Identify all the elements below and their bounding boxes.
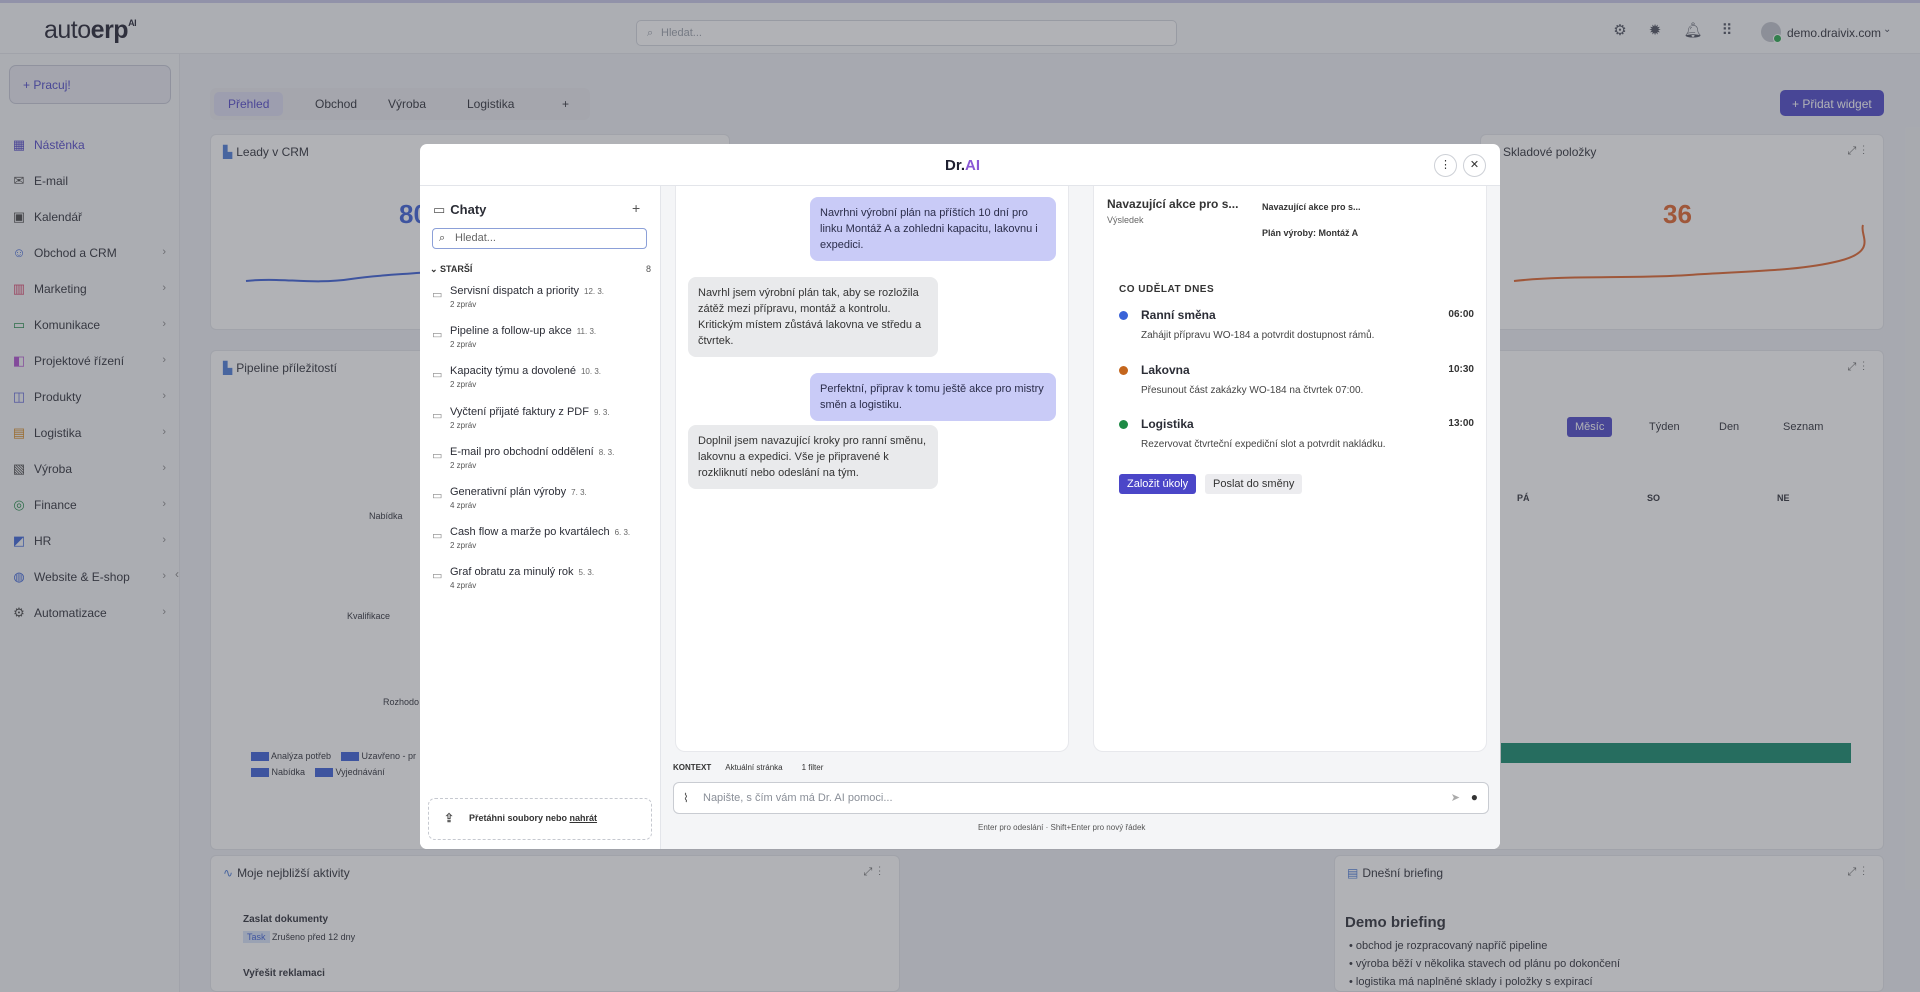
chats-title: ▭ Chaty	[433, 202, 487, 217]
chat-icon: ▭	[432, 289, 443, 301]
chat-list-item[interactable]: ▭ Servisní dispatch a priority 12. 3. 2 zpr…	[432, 284, 652, 324]
file-upload-dropzone[interactable]: ⇪ Přetáhni soubory nebo nahrát	[428, 798, 652, 840]
chat-icon: ▭	[433, 202, 446, 217]
chat-icon: ▭	[432, 490, 443, 502]
chat-message-count: 4 zpráv	[450, 501, 477, 510]
chat-icon: ▭	[432, 530, 443, 543]
chat-message-count: 2 zpráv	[450, 541, 477, 551]
close-icon[interactable]: ✕	[1463, 154, 1486, 177]
result-subtitle: Výsledek	[1107, 215, 1144, 225]
chat-message-count: 2 zpráv	[450, 380, 477, 390]
task-description: Rezervovat čtvrteční expediční slot a po…	[1141, 439, 1386, 450]
chat-list-item[interactable]: ▭ E-mail pro obchodní oddělení 8. 3. 2 zprá…	[432, 445, 652, 485]
result-title: Navazující akce pro s...	[1107, 197, 1239, 211]
chat-list-item[interactable]: ▭ Generativní plán výroby 7. 3. 4 zpráv	[432, 485, 652, 525]
chat-message-count: 4 zpráv	[450, 581, 477, 591]
chat-list-item[interactable]: ▭ Pipeline a follow-up akce 11. 3. 2 zpráv	[432, 324, 652, 364]
chat-list-item[interactable]: ▭ Graf obratu za minulý rok 5. 3. 4 zpráv	[432, 565, 652, 605]
task-time: 06:00	[1448, 309, 1474, 320]
task-name: Logistika	[1141, 417, 1194, 431]
task-name: Lakovna	[1141, 362, 1190, 377]
microphone-icon[interactable]: ●	[1471, 790, 1478, 804]
task-description: Přesunout část zakázky WO-184 na čtvrtek…	[1141, 384, 1364, 396]
upload-link[interactable]: nahrát	[570, 813, 598, 823]
chat-list-item[interactable]: ▭ Cash flow a marže po kvartálech 6. 3. 2 z…	[432, 525, 652, 565]
chat-group-header[interactable]: ⌄ STARŠÍ 8	[430, 264, 651, 275]
chat-message-count: 2 zpráv	[450, 340, 477, 350]
task-time: 13:00	[1448, 418, 1474, 429]
section-heading: CO UDĚLAT DNES	[1119, 284, 1215, 295]
chat-icon: ▭	[432, 449, 443, 462]
chat-message-count: 2 zpráv	[450, 460, 477, 470]
create-tasks-button[interactable]: Založit úkoly	[1119, 474, 1197, 494]
task-description: Zahájit přípravu WO-184 a potvrdit dostu…	[1141, 330, 1375, 341]
context-filter-chip[interactable]: 1 filter	[802, 763, 824, 772]
status-dot	[1119, 420, 1128, 429]
paperclip-icon[interactable]: ⌇	[683, 791, 689, 805]
context-page-chip[interactable]: Aktuální stránka	[725, 763, 782, 772]
task-name: Ranní směna	[1141, 308, 1216, 322]
chat-icon: ▭	[432, 369, 443, 382]
modal-title: Dr.AI	[945, 157, 981, 174]
task-time: 10:30	[1448, 363, 1474, 375]
result-panel: Navazující akce pro s... Výsledek Navazu…	[1093, 186, 1487, 752]
send-to-shift-button[interactable]: Poslat do směny	[1205, 474, 1303, 494]
result-plan-label: Plán výroby: Montáž A	[1262, 228, 1359, 238]
modal-header: Dr.AI ⋮ ✕	[420, 144, 1500, 186]
user-message: Navrhni výrobní plán na příštích 10 dní …	[810, 197, 1056, 261]
chat-list-item[interactable]: ▭ Kapacity týmu a dovolené 10. 3. 2 zpráv	[432, 364, 652, 404]
search-icon: ⌕	[439, 232, 446, 244]
conversation-panel: Navrhni výrobní plán na příštích 10 dní …	[675, 186, 1069, 752]
chat-list-item[interactable]: ▭ Vyčtení přijaté faktury z PDF 9. 3. 2 zpr…	[432, 405, 652, 445]
chat-message-count: 2 zpráv	[450, 420, 477, 430]
result-tab-title[interactable]: Navazující akce pro s...	[1262, 202, 1361, 212]
context-bar: KONTEXT Aktuální stránka 1 filter	[673, 763, 824, 772]
new-chat-button[interactable]: +	[632, 200, 640, 216]
user-message: Perfektní, připrav k tomu ještě akce pro…	[810, 373, 1056, 421]
chat-icon: ▭	[432, 570, 443, 583]
keyboard-hint: Enter pro odeslání · Shift+Enter pro nov…	[978, 823, 1146, 832]
more-options-icon[interactable]: ⋮	[1434, 154, 1457, 177]
chat-message-count: 2 zpráv	[450, 300, 477, 309]
chats-panel: ▭ Chaty + ⌕ Hledat... ⌄ STARŠÍ 8 ▭ Servisní…	[420, 186, 661, 849]
chat-main: Navrhni výrobní plán na příštích 10 dní …	[661, 186, 1500, 849]
chat-icon: ▭	[432, 329, 443, 342]
status-dot	[1119, 365, 1128, 375]
upload-icon: ⇪	[444, 811, 455, 825]
chat-icon: ▭	[432, 409, 443, 422]
message-input[interactable]: ⌇ Napište, s čím vám má Dr. AI pomoci...…	[673, 782, 1489, 814]
status-dot	[1119, 311, 1128, 320]
ai-message: Navrhl jsem výrobní plán tak, aby se roz…	[688, 277, 938, 357]
send-icon[interactable]: ➤	[1451, 791, 1460, 804]
dr-ai-modal: Dr.AI ⋮ ✕ ▭ Chaty + ⌕ Hledat... ⌄ STARŠÍ 8…	[420, 144, 1500, 849]
chat-search-input[interactable]: ⌕ Hledat...	[432, 228, 647, 249]
ai-message: Doplnil jsem navazující kroky pro ranní …	[688, 425, 938, 489]
